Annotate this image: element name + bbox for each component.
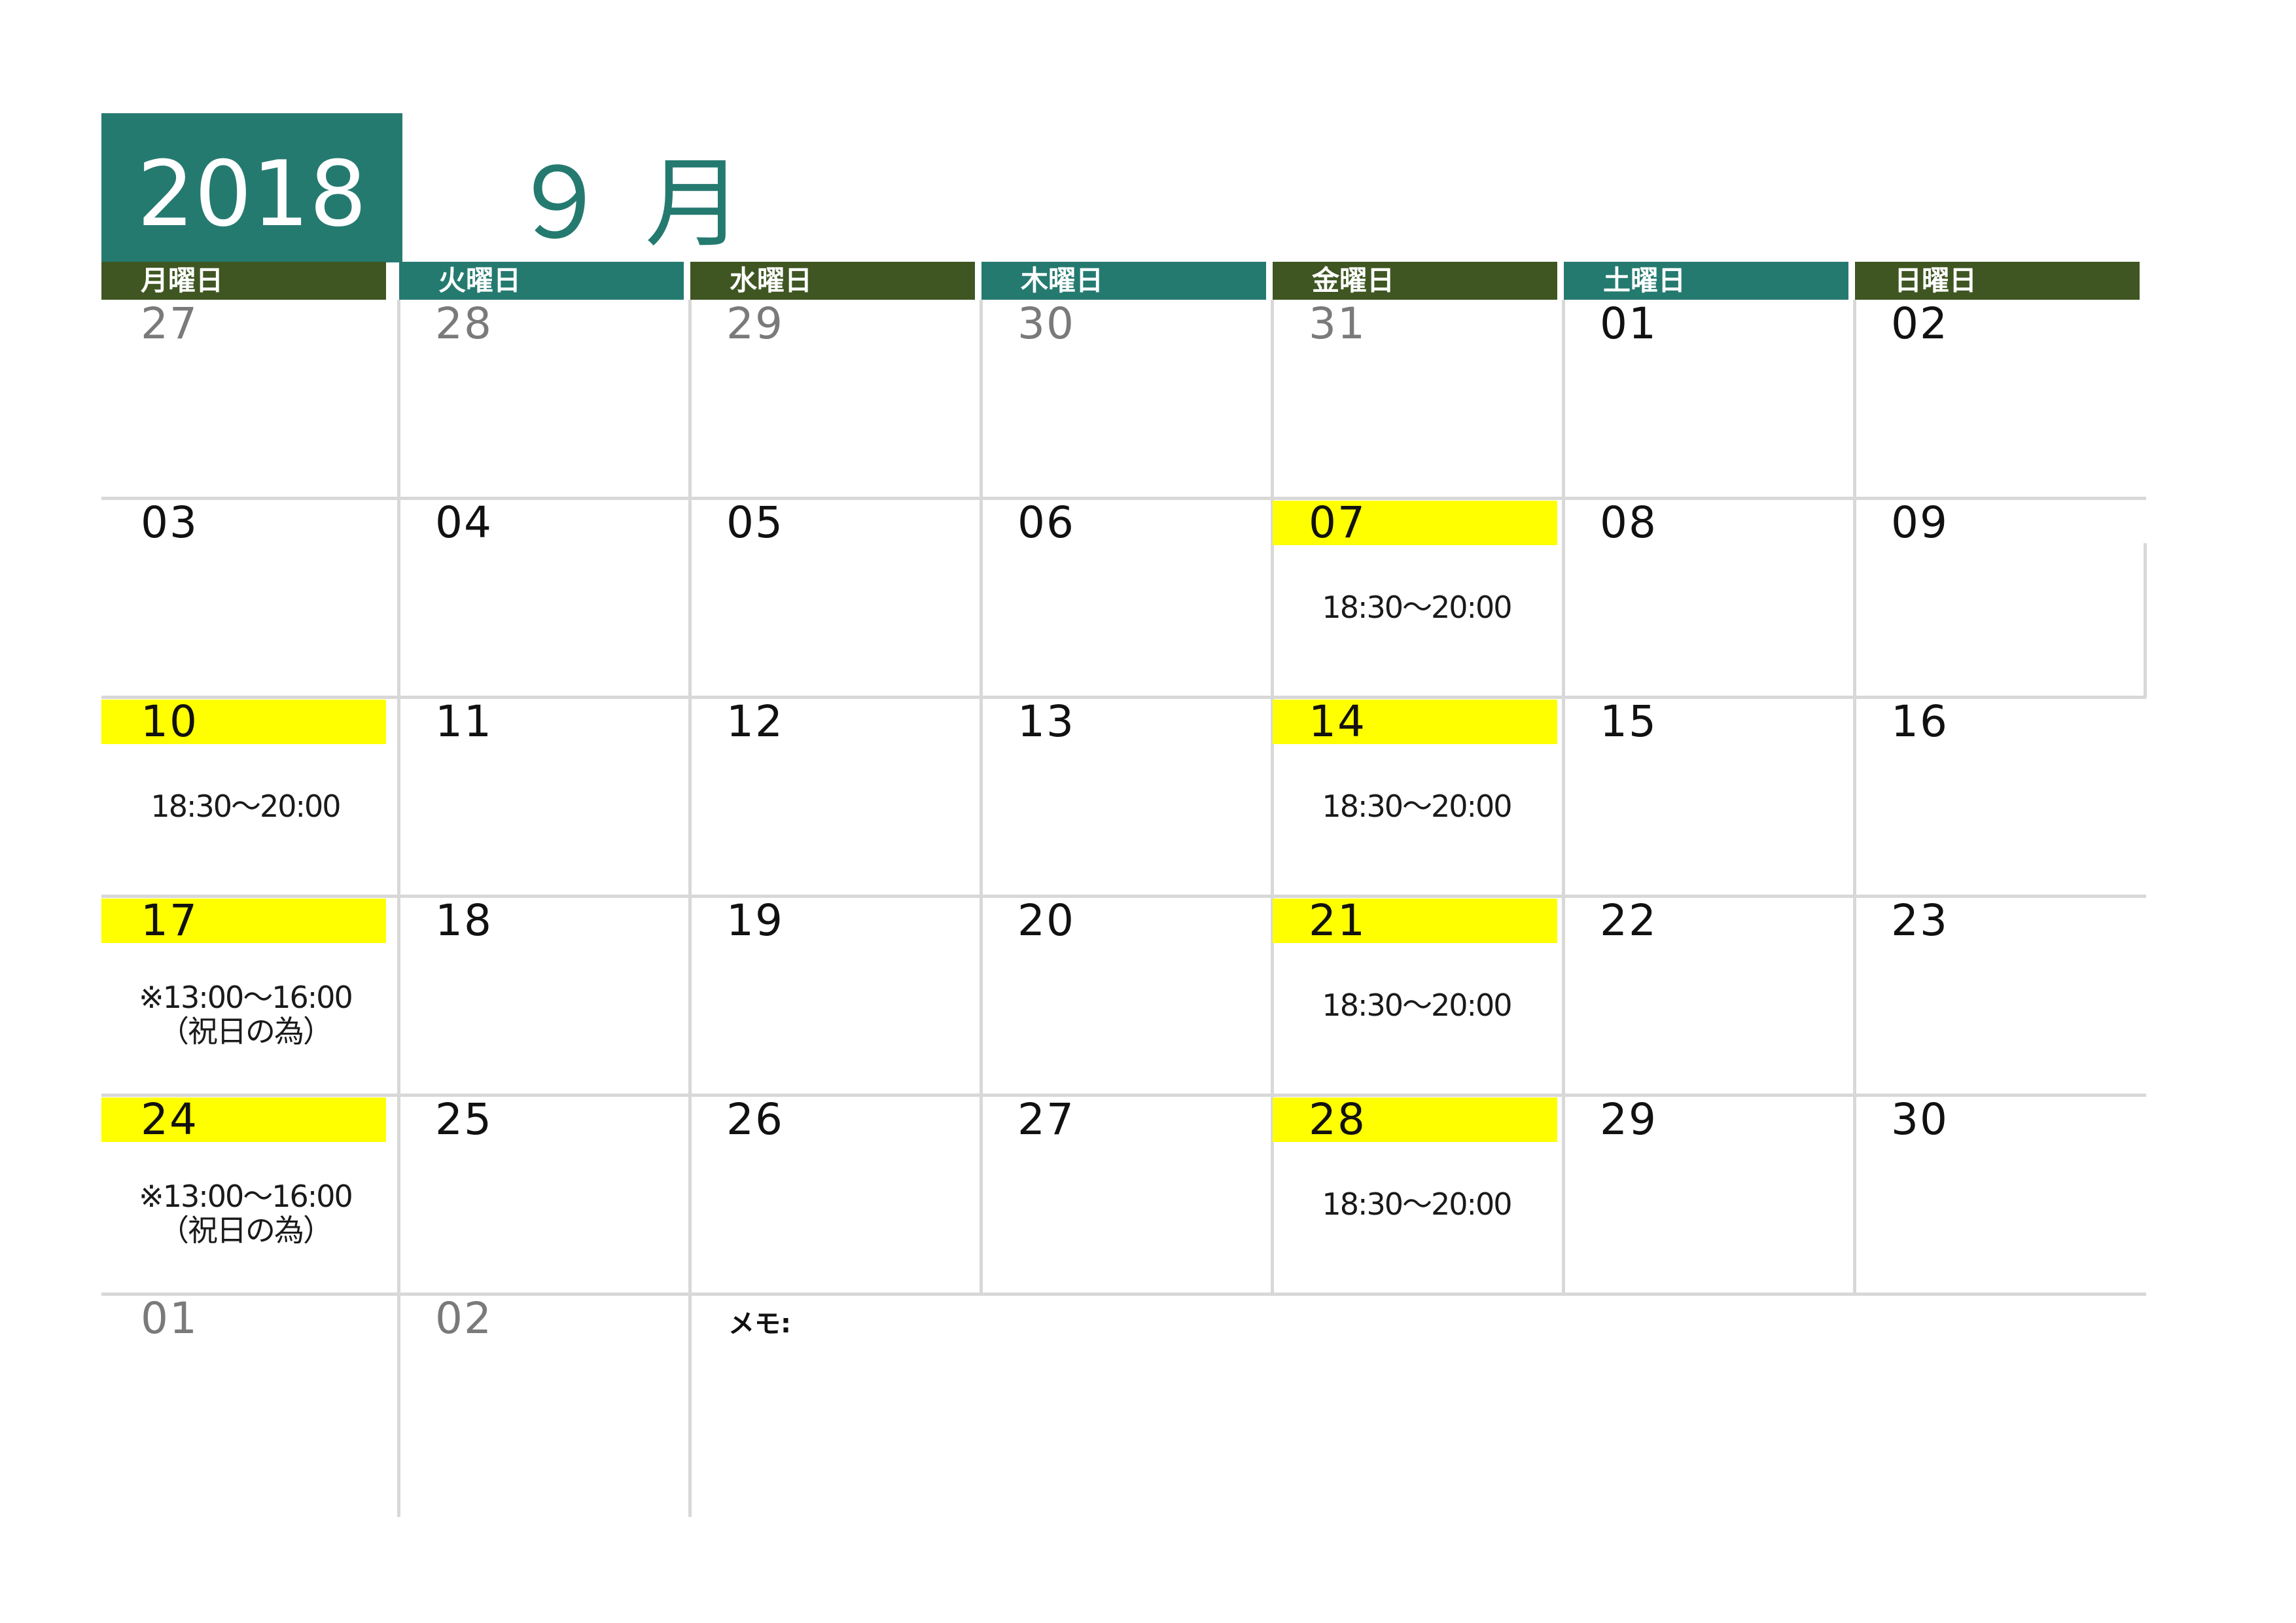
event-time: 18:30～20:00 [1322,988,1512,1023]
day-number: 09 [1891,497,1949,548]
grid-line-vertical [397,1294,400,1517]
day-number: 10 [141,696,198,747]
grid-line-vertical [980,300,983,1294]
grid-line-vertical [1853,300,1856,1294]
day-number: 30 [1017,298,1075,349]
memo-label: メモ: [728,1309,791,1339]
grid-line-horizontal [101,1094,2146,1097]
day-number: 06 [1017,497,1075,548]
day-number: 02 [435,1293,493,1344]
weekday-header: 木曜日 [981,262,1266,300]
day-number: 24 [141,1094,198,1145]
event-time: ※13:00～16:00 [139,980,353,1015]
event-time: 18:30～20:00 [150,789,341,824]
day-number: 20 [1017,895,1075,946]
grid-line-horizontal [101,1293,2146,1296]
event-time: 18:30～20:00 [1322,590,1512,625]
day-number: 23 [1891,895,1949,946]
day-number: 16 [1891,696,1949,747]
day-number: 31 [1309,298,1366,349]
event-time: ※13:00～16:00 [139,1179,353,1214]
day-number: 28 [1309,1094,1366,1145]
day-number: 17 [141,895,198,946]
day-number: 29 [726,298,784,349]
day-number: 22 [1600,895,1657,946]
day-number: 28 [435,298,493,349]
day-number: 01 [1600,298,1657,349]
weekday-header: 月曜日 [101,262,386,300]
day-number: 29 [1600,1094,1657,1145]
grid-line-vertical [2144,543,2147,698]
weekday-header: 金曜日 [1273,262,1557,300]
grid-line-horizontal [101,497,2146,500]
event-note: （祝日の為） [159,1213,333,1248]
day-number: 25 [435,1094,493,1145]
day-number: 07 [1309,497,1366,548]
day-number: 13 [1017,696,1075,747]
grid-line-vertical [1562,300,1565,1294]
day-number: 02 [1891,298,1949,349]
grid-line-vertical [688,1294,692,1517]
year-badge: 2018 [101,113,402,262]
day-number: 27 [141,298,198,349]
event-time: 18:30～20:00 [1322,1186,1512,1222]
day-number: 03 [141,497,198,548]
weekday-header: 土曜日 [1564,262,1848,300]
day-number: 04 [435,497,493,548]
day-number: 05 [726,497,784,548]
day-number: 15 [1600,696,1657,747]
day-number: 27 [1017,1094,1075,1145]
grid-line-horizontal [101,895,2146,898]
day-number: 01 [141,1293,198,1344]
day-number: 14 [1309,696,1366,747]
event-time: 18:30～20:00 [1322,789,1512,824]
day-number: 21 [1309,895,1366,946]
month-title: ９ 月 [510,147,746,261]
grid-line-horizontal [101,696,2146,699]
grid-line-vertical [397,300,400,1294]
weekday-header: 水曜日 [690,262,975,300]
day-number: 19 [726,895,784,946]
day-number: 12 [726,696,784,747]
weekday-header: 火曜日 [399,262,684,300]
day-number: 26 [726,1094,784,1145]
year-label: 2018 [137,141,367,247]
day-number: 11 [435,696,493,747]
day-number: 08 [1600,497,1657,548]
weekday-header: 日曜日 [1855,262,2140,300]
day-number: 18 [435,895,493,946]
grid-line-vertical [688,300,692,1294]
day-number: 30 [1891,1094,1949,1145]
event-note: （祝日の為） [159,1014,333,1049]
